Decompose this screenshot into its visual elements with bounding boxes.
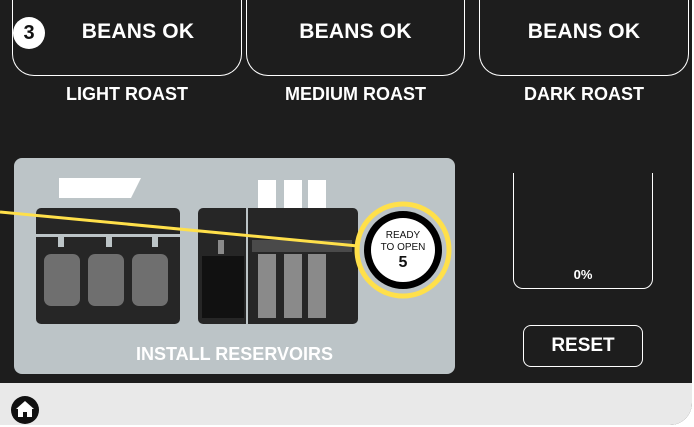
countdown-line2: TO OPEN <box>380 242 426 253</box>
step-badge: 3 <box>13 17 45 49</box>
hopper-medium-roast[interactable]: BEANS OK <box>246 0 465 76</box>
fill-gauge: 0% <box>513 173 653 289</box>
home-button[interactable] <box>10 395 40 425</box>
reservoir-left-rail <box>36 234 180 237</box>
reservoir-top-band <box>252 240 352 252</box>
roast-label-light: LIGHT ROAST <box>66 84 188 104</box>
home-icon <box>11 396 39 424</box>
hopper-status: BEANS OK <box>527 20 641 43</box>
ready-to-open-countdown[interactable]: READY TO OPEN 5 <box>352 199 454 301</box>
hopper-status: BEANS OK <box>81 20 195 43</box>
reservoir-divider <box>246 208 248 324</box>
display-screen: BEANS OK BEANS OK BEANS OK 3 LIGHT ROAST… <box>0 0 692 425</box>
reservoir-cup <box>88 254 124 306</box>
reservoir-tube <box>258 180 276 208</box>
footer-bar <box>0 383 692 425</box>
reservoir-slot <box>284 254 302 318</box>
rail-clip <box>58 237 64 247</box>
reservoir-tube <box>308 180 326 208</box>
reservoir-tube <box>284 180 302 208</box>
install-reservoirs-label: INSTALL RESERVOIRS <box>135 344 334 364</box>
reservoir-slot <box>258 254 276 318</box>
countdown-seconds: 5 <box>398 254 408 271</box>
hopper-dark-roast[interactable]: BEANS OK <box>479 0 689 76</box>
reset-button[interactable]: RESET <box>523 325 643 367</box>
reservoir-cup <box>132 254 168 306</box>
reservoir-dark-well <box>202 256 244 318</box>
rail-clip <box>106 237 112 247</box>
reservoir-valve <box>218 240 224 254</box>
reservoir-slot <box>308 254 326 318</box>
hopper-status: BEANS OK <box>299 20 412 43</box>
fill-gauge-value: 0% <box>573 267 593 282</box>
reservoir-cup <box>44 254 80 306</box>
reservoir-lid-left <box>59 178 141 198</box>
hopper-light-roast[interactable]: BEANS OK <box>12 0 242 76</box>
countdown-line1: READY <box>385 230 421 241</box>
rail-clip <box>152 237 158 247</box>
roast-label-medium: MEDIUM ROAST <box>285 84 426 104</box>
roast-label-dark: DARK ROAST <box>524 84 644 104</box>
